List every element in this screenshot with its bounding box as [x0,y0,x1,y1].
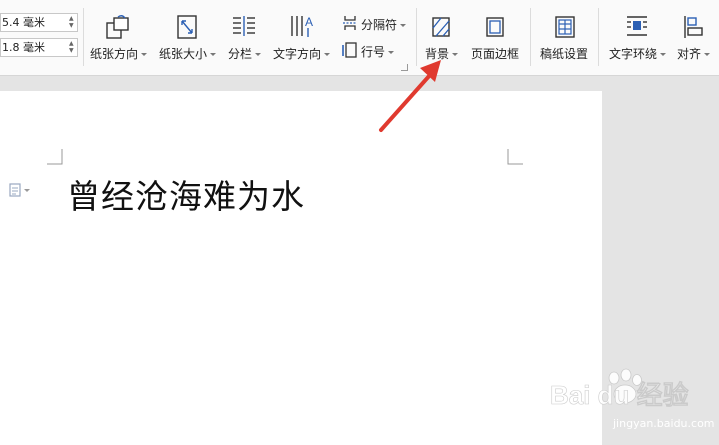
watermark-url: jingyan.baidu.com [613,417,715,430]
svg-text:Bai du 经验: Bai du 经验 [550,380,689,410]
paw-icon: Bai du 经验 [550,368,689,410]
